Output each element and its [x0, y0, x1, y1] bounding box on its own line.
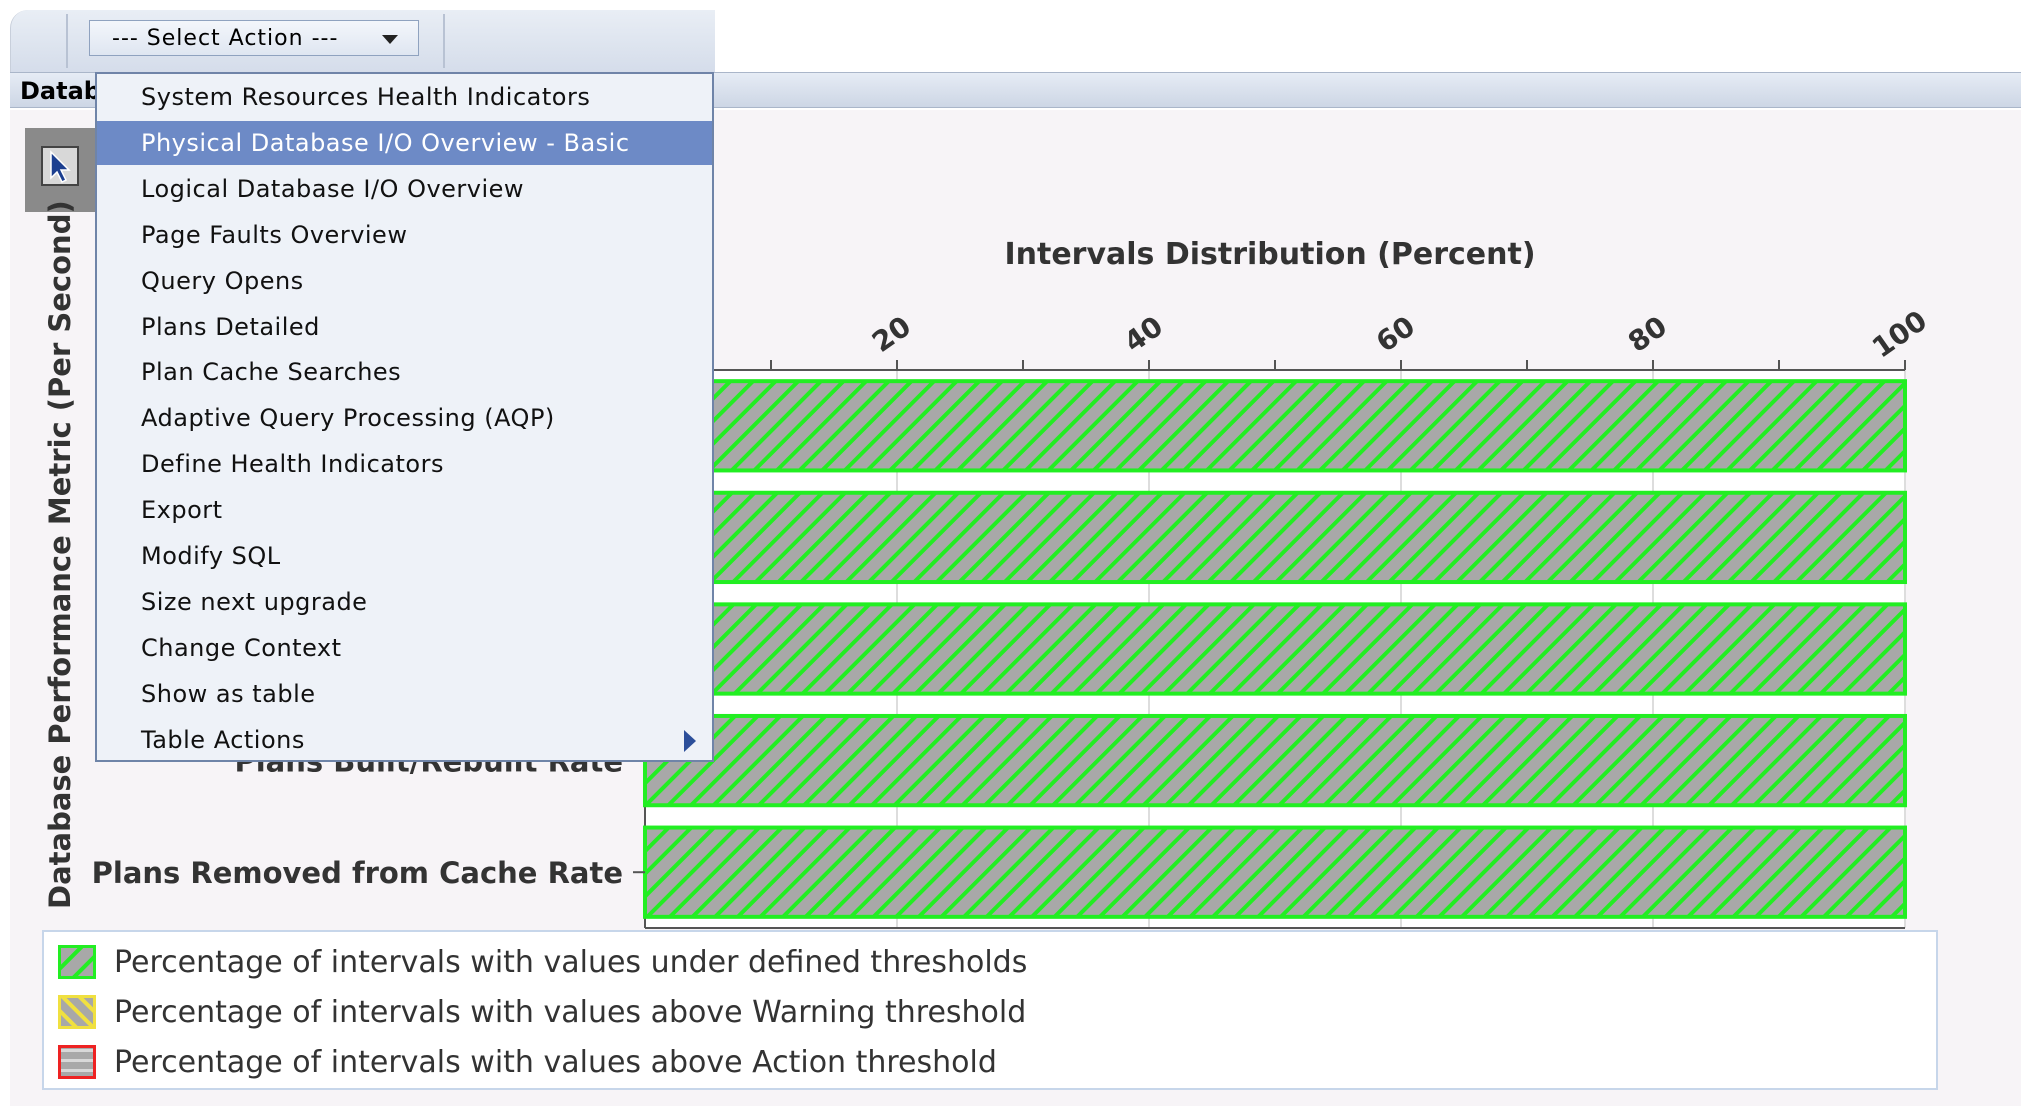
- legend-item: Percentage of intervals with values unde…: [58, 942, 1027, 982]
- menu-item[interactable]: Export: [97, 488, 712, 532]
- menu-item[interactable]: Show as table: [97, 672, 712, 716]
- menu-item[interactable]: Plan Cache Searches: [97, 350, 712, 394]
- menu-item[interactable]: System Resources Health Indicators: [97, 75, 712, 119]
- menu-item[interactable]: Change Context: [97, 626, 712, 670]
- menu-item-label: Physical Database I/O Overview - Basic: [141, 128, 630, 157]
- legend-label: Percentage of intervals with values abov…: [114, 1044, 997, 1080]
- menu-item-label: Export: [141, 496, 223, 525]
- menu-item[interactable]: Modify SQL: [97, 534, 712, 578]
- menu-item[interactable]: Size next upgrade: [97, 580, 712, 624]
- menu-item[interactable]: Physical Database I/O Overview - Basic: [97, 120, 712, 165]
- menu-item[interactable]: Adaptive Query Processing (AQP): [97, 396, 712, 440]
- menu-item-label: Modify SQL: [141, 542, 281, 570]
- x-tick-label: 80: [1622, 310, 1673, 359]
- menu-item-label: Plans Detailed: [141, 312, 320, 341]
- legend: Percentage of intervals with values unde…: [42, 930, 1938, 1090]
- menu-item-label: Logical Database I/O Overview: [141, 174, 525, 203]
- chart-title: Intervals Distribution (Percent): [1004, 237, 1535, 272]
- bar: [643, 602, 1907, 696]
- x-tick-label: 60: [1370, 310, 1421, 359]
- menu-item-label: Show as table: [141, 679, 316, 708]
- bar: [643, 713, 1907, 808]
- legend-label: Percentage of intervals with values abov…: [114, 994, 1027, 1030]
- menu-item-label: Query Opens: [141, 266, 304, 295]
- menu-item-label: Table Actions: [141, 725, 305, 754]
- y-tick-label: Plans Removed from Cache Rate: [92, 856, 623, 890]
- menu-item[interactable]: Query Opens: [97, 259, 712, 303]
- menu-item-label: Change Context: [141, 633, 342, 662]
- menu-item[interactable]: Define Health Indicators: [97, 442, 712, 486]
- legend-swatch-green: [58, 945, 96, 979]
- menu-item-label: System Resources Health Indicators: [141, 83, 591, 111]
- x-tick-label: 100: [1866, 304, 1933, 365]
- chevron-right-icon: [684, 729, 696, 752]
- legend-item: Percentage of intervals with values abov…: [58, 992, 1026, 1032]
- legend-label: Percentage of intervals with values unde…: [114, 944, 1028, 980]
- menu-item[interactable]: Page Faults Overview: [97, 213, 712, 257]
- legend-item: Percentage of intervals with values abov…: [58, 1042, 997, 1082]
- menu-item-label: Page Faults Overview: [141, 220, 408, 249]
- menu-item[interactable]: Table Actions: [97, 718, 712, 762]
- select-action-menu: System Resources Health Indicators Physic…: [95, 72, 714, 762]
- menu-item[interactable]: Plans Detailed: [97, 305, 712, 349]
- legend-swatch-yellow: [58, 995, 96, 1029]
- x-tick-label: 20: [866, 310, 917, 359]
- bar: [643, 379, 1907, 473]
- menu-item-label: Size next upgrade: [141, 587, 368, 616]
- menu-item-label: Plan Cache Searches: [141, 358, 402, 387]
- menu-item[interactable]: Logical Database I/O Overview: [97, 167, 712, 211]
- x-tick-label: 40: [1118, 310, 1169, 359]
- legend-swatch-red: [58, 1045, 96, 1079]
- bar: [643, 825, 1907, 919]
- menu-item-label: Define Health Indicators: [141, 450, 444, 479]
- bar: [643, 490, 1907, 585]
- menu-item-label: Adaptive Query Processing (AQP): [141, 404, 555, 433]
